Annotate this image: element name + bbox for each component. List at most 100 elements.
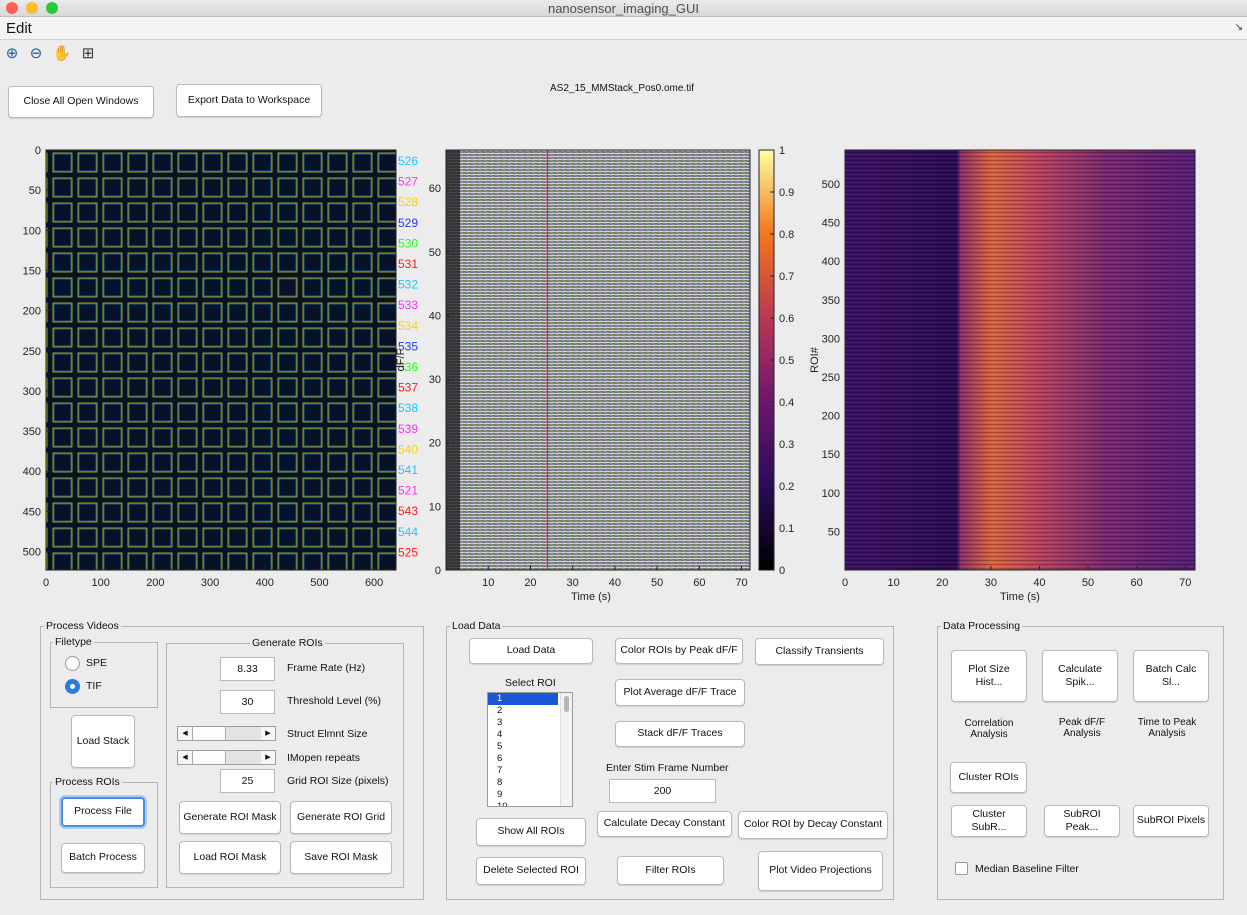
- filter-rois-button[interactable]: Filter ROIs: [617, 856, 724, 885]
- y-tick-label: 400: [23, 466, 41, 478]
- y-tick-label: 200: [23, 306, 41, 318]
- median-baseline-label: Median Baseline Filter: [975, 863, 1079, 875]
- listbox-scrollbar[interactable]: [560, 693, 572, 806]
- filetype-title: Filetype: [53, 636, 94, 648]
- x-tick-label: 70: [1179, 577, 1191, 589]
- color-roi-decay-button[interactable]: Color ROI by Decay Constant: [738, 811, 888, 839]
- generate-rois-title: Generate ROIs: [250, 637, 325, 649]
- threshold-input[interactable]: 30: [220, 690, 275, 714]
- y-tick-label: 450: [822, 218, 840, 230]
- frame-rate-input[interactable]: 8.33: [220, 657, 275, 681]
- plot-video-projections-button[interactable]: Plot Video Projections: [758, 851, 883, 891]
- colorbar-tick-label: 0.2: [779, 481, 794, 493]
- show-all-rois-button[interactable]: Show All ROIs: [476, 818, 586, 846]
- heatmap-ylabel: ROI#: [809, 346, 821, 373]
- y-tick-label: 150: [822, 449, 840, 461]
- x-tick-label: 20: [936, 577, 948, 589]
- x-tick-label: 400: [256, 577, 274, 589]
- roi-listbox[interactable]: 1 2 3 4 5 6 7 8 9 10: [487, 692, 573, 807]
- struct-element-label: Struct Elmnt Size: [287, 728, 368, 740]
- color-rois-peak-button[interactable]: Color ROIs by Peak dF/F: [615, 638, 743, 664]
- heatmap-axes[interactable]: 0 10 20 30 40 50 60 70 50 100 150 200 250 300 350 400 4…: [809, 149, 1196, 603]
- x-tick-label: 70: [735, 577, 747, 589]
- y-tick-label: 300: [23, 386, 41, 398]
- x-tick-label: 50: [651, 577, 663, 589]
- y-tick-label: 250: [23, 346, 41, 358]
- generate-roi-grid-button[interactable]: Generate ROI Grid: [290, 801, 392, 834]
- tif-radio[interactable]: [65, 679, 80, 694]
- x-tick-label: 10: [482, 577, 494, 589]
- colorbar-tick-label: 0.1: [779, 523, 794, 535]
- colorbar-tick-label: 0.7: [779, 271, 794, 283]
- correlation-analysis-label: Correlation Analysis: [964, 718, 1014, 740]
- batch-calc-button[interactable]: Batch Calc Sl...: [1133, 650, 1209, 702]
- batch-process-button[interactable]: Batch Process: [61, 843, 145, 873]
- slider-left-icon[interactable]: ◀: [178, 727, 192, 740]
- y-tick-label: 60: [429, 183, 441, 195]
- slider-thumb[interactable]: [192, 727, 226, 740]
- x-tick-label: 200: [146, 577, 164, 589]
- plot-average-trace-button[interactable]: Plot Average dF/F Trace: [615, 679, 745, 706]
- struct-element-slider[interactable]: ◀ ▶: [177, 726, 276, 741]
- roi-label: 529: [398, 216, 418, 230]
- roi-label: 530: [398, 236, 418, 250]
- calculate-decay-button[interactable]: Calculate Decay Constant: [597, 811, 732, 837]
- y-tick-label: 250: [822, 372, 840, 384]
- slider-right-icon[interactable]: ▶: [261, 751, 275, 764]
- grid-size-label: Grid ROI Size (pixels): [287, 775, 389, 787]
- x-tick-label: 30: [567, 577, 579, 589]
- stack-traces-button[interactable]: Stack dF/F Traces: [615, 721, 745, 747]
- subroi-peak-button[interactable]: SubROI Peak...: [1044, 805, 1120, 837]
- x-tick-label: 0: [43, 577, 49, 589]
- process-file-button[interactable]: Process File: [61, 797, 145, 827]
- y-tick-label: 10: [429, 501, 441, 513]
- colorbar-tick-label: 0.3: [779, 439, 794, 451]
- colorbar-tick-label: 1: [779, 145, 785, 157]
- y-tick-label: 350: [23, 426, 41, 438]
- y-tick-label: 50: [828, 526, 840, 538]
- list-item[interactable]: 1: [488, 693, 558, 705]
- y-tick-label: 50: [429, 247, 441, 259]
- x-tick-label: 10: [887, 577, 899, 589]
- x-tick-label: 300: [201, 577, 219, 589]
- roi-image-axes[interactable]: 0 100 200 300 400 500 600 0 50 100 150 200 250 300 35…: [23, 145, 419, 589]
- y-tick-label: 300: [822, 333, 840, 345]
- cluster-rois-button[interactable]: Cluster ROIs: [950, 762, 1027, 793]
- roi-label: 527: [398, 175, 418, 189]
- spe-radio[interactable]: [65, 656, 80, 671]
- roi-label: 532: [398, 278, 418, 292]
- stim-frame-input[interactable]: 200: [609, 779, 716, 803]
- median-baseline-checkbox[interactable]: [955, 862, 968, 875]
- data-processing-title: Data Processing: [941, 620, 1023, 632]
- x-tick-label: 50: [1082, 577, 1094, 589]
- roi-label: 533: [398, 298, 418, 312]
- generate-roi-mask-button[interactable]: Generate ROI Mask: [179, 801, 281, 834]
- y-tick-label: 350: [822, 295, 840, 307]
- roi-image[interactable]: [46, 150, 396, 570]
- heatmap-xlabel: Time (s): [1000, 591, 1040, 603]
- load-stack-button[interactable]: Load Stack: [71, 715, 135, 768]
- select-roi-label: Select ROI: [505, 677, 556, 689]
- classify-transients-button[interactable]: Classify Transients: [755, 638, 884, 665]
- plot-size-hist-button[interactable]: Plot Size Hist...: [951, 650, 1027, 702]
- y-tick-label: 200: [822, 411, 840, 423]
- slider-thumb[interactable]: [192, 751, 226, 764]
- imopen-slider[interactable]: ◀ ▶: [177, 750, 276, 765]
- traces-axes[interactable]: 10 20 30 40 50 60 70 0 10 20 30 40 50 60 Time (s) dF…: [395, 149, 751, 603]
- threshold-label: Threshold Level (%): [287, 695, 381, 707]
- slider-left-icon[interactable]: ◀: [178, 751, 192, 764]
- delete-roi-button[interactable]: Delete Selected ROI: [476, 857, 586, 885]
- roi-label: 539: [398, 422, 418, 436]
- save-roi-mask-button[interactable]: Save ROI Mask: [290, 841, 392, 874]
- slider-right-icon[interactable]: ▶: [261, 727, 275, 740]
- cluster-subroi-button[interactable]: Cluster SubR...: [951, 805, 1027, 837]
- load-data-button[interactable]: Load Data: [469, 638, 593, 664]
- grid-size-input[interactable]: 25: [220, 769, 275, 793]
- y-tick-label: 30: [429, 374, 441, 386]
- stacked-traces[interactable]: [446, 150, 750, 570]
- subroi-pixels-button[interactable]: SubROI Pixels: [1133, 805, 1209, 837]
- y-tick-label: 0: [35, 145, 41, 157]
- calculate-spike-button[interactable]: Calculate Spik...: [1042, 650, 1118, 702]
- x-tick-label: 0: [842, 577, 848, 589]
- load-roi-mask-button[interactable]: Load ROI Mask: [179, 841, 281, 874]
